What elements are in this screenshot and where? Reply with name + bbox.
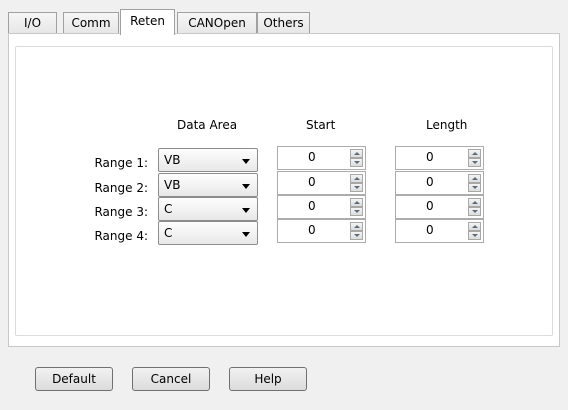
range-4-length-value: 0 bbox=[426, 223, 434, 237]
chevron-down-icon bbox=[242, 208, 250, 213]
help-button[interactable]: Help bbox=[229, 367, 307, 391]
range-3-area-value: C bbox=[164, 202, 173, 216]
tab-others[interactable]: Others bbox=[257, 12, 310, 34]
range-1-length-value: 0 bbox=[426, 150, 434, 164]
spin-up-icon[interactable] bbox=[350, 222, 363, 231]
spin-down-icon[interactable] bbox=[468, 207, 481, 216]
spin-up-icon[interactable] bbox=[350, 149, 363, 158]
range-3-start-spinner[interactable]: 0 bbox=[277, 195, 366, 219]
range-4-start-spinner[interactable]: 0 bbox=[277, 219, 366, 243]
default-button[interactable]: Default bbox=[35, 367, 113, 391]
range-2-area-value: VB bbox=[164, 178, 181, 192]
range-2-area-select[interactable]: VB bbox=[158, 173, 258, 197]
spin-buttons bbox=[350, 198, 363, 216]
range-3-label: Range 3: bbox=[94, 205, 148, 219]
range-4-start-value: 0 bbox=[308, 223, 316, 237]
range-1-label: Range 1: bbox=[94, 156, 148, 170]
spin-buttons bbox=[350, 222, 363, 240]
spin-up-icon[interactable] bbox=[468, 198, 481, 207]
spin-buttons bbox=[350, 174, 363, 192]
spin-buttons bbox=[468, 222, 481, 240]
spin-down-icon[interactable] bbox=[468, 183, 481, 192]
range-1-start-value: 0 bbox=[308, 150, 316, 164]
range-2-start-value: 0 bbox=[308, 175, 316, 189]
range-2-start-spinner[interactable]: 0 bbox=[277, 171, 366, 195]
range-3-start-value: 0 bbox=[308, 199, 316, 213]
range-1-area-select[interactable]: VB bbox=[158, 148, 258, 172]
header-start: Start bbox=[306, 118, 336, 132]
tab-canopen[interactable]: CANOpen bbox=[177, 12, 257, 34]
chevron-down-icon bbox=[242, 184, 250, 189]
spin-up-icon[interactable] bbox=[468, 174, 481, 183]
range-2-length-spinner[interactable]: 0 bbox=[395, 171, 484, 195]
spin-up-icon[interactable] bbox=[350, 198, 363, 207]
spin-down-icon[interactable] bbox=[350, 183, 363, 192]
spin-up-icon[interactable] bbox=[468, 222, 481, 231]
header-data-area: Data Area bbox=[177, 118, 238, 132]
cancel-button[interactable]: Cancel bbox=[132, 367, 210, 391]
range-2-length-value: 0 bbox=[426, 175, 434, 189]
range-1-start-spinner[interactable]: 0 bbox=[277, 146, 366, 170]
range-1-length-spinner[interactable]: 0 bbox=[395, 146, 484, 170]
range-3-length-spinner[interactable]: 0 bbox=[395, 195, 484, 219]
spin-buttons bbox=[350, 149, 363, 167]
range-3-area-select[interactable]: C bbox=[158, 197, 258, 221]
chevron-down-icon bbox=[242, 159, 250, 164]
range-4-label: Range 4: bbox=[94, 229, 148, 243]
chevron-down-icon bbox=[242, 232, 250, 237]
tab-io[interactable]: I/O bbox=[8, 12, 57, 34]
spin-down-icon[interactable] bbox=[468, 231, 481, 240]
spin-up-icon[interactable] bbox=[468, 149, 481, 158]
spin-down-icon[interactable] bbox=[350, 158, 363, 167]
range-3-length-value: 0 bbox=[426, 199, 434, 213]
spin-down-icon[interactable] bbox=[350, 207, 363, 216]
spin-down-icon[interactable] bbox=[350, 231, 363, 240]
range-2-label: Range 2: bbox=[94, 181, 148, 195]
range-4-area-select[interactable]: C bbox=[158, 221, 258, 245]
tab-reten[interactable]: Reten bbox=[120, 9, 175, 35]
range-4-length-spinner[interactable]: 0 bbox=[395, 219, 484, 243]
spin-up-icon[interactable] bbox=[350, 174, 363, 183]
range-4-area-value: C bbox=[164, 226, 173, 240]
header-length: Length bbox=[426, 118, 468, 132]
spin-buttons bbox=[468, 198, 481, 216]
spin-buttons bbox=[468, 149, 481, 167]
spin-buttons bbox=[468, 174, 481, 192]
spin-down-icon[interactable] bbox=[468, 158, 481, 167]
tab-comm[interactable]: Comm bbox=[63, 12, 119, 34]
range-1-area-value: VB bbox=[164, 153, 181, 167]
